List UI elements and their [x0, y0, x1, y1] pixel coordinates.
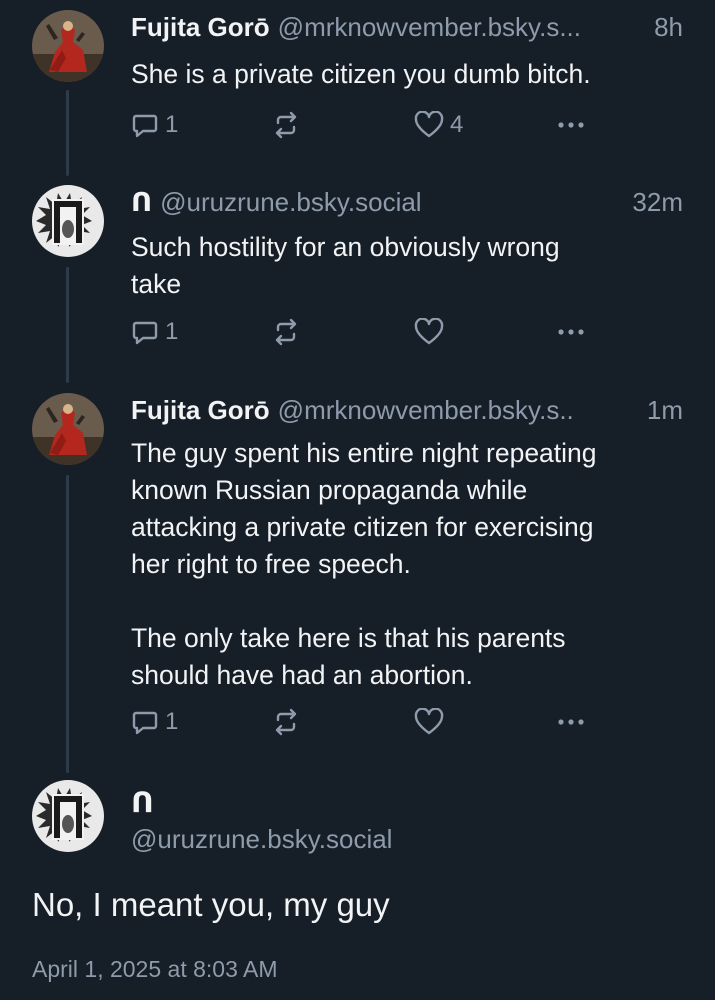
post-time[interactable]: 32m [626, 185, 683, 219]
repost-icon [275, 708, 297, 736]
author-handle[interactable]: @uruzrune.bsky.social [160, 185, 421, 219]
avatar[interactable] [32, 780, 104, 852]
like-button[interactable] [414, 708, 450, 736]
ellipsis-icon [558, 122, 584, 128]
ellipsis-icon [558, 719, 584, 725]
like-count: 4 [450, 111, 464, 138]
post-time[interactable]: 1m [641, 393, 683, 427]
like-button[interactable] [414, 318, 450, 346]
repost-icon [275, 111, 297, 139]
post-text: Such hostility for an obviously wrong ta… [131, 232, 560, 299]
ellipsis-icon [558, 329, 584, 335]
post-timestamp[interactable]: April 1, 2025 at 8:03 AM [32, 956, 278, 983]
post-text: She is a private citizen you dumb bitch. [131, 59, 591, 89]
avatar[interactable] [32, 10, 104, 82]
author-name[interactable]: Fujita Gorō [131, 393, 270, 427]
like-button[interactable]: 4 [414, 111, 463, 139]
rune-bull-avatar [32, 185, 104, 257]
post-actions: 1 [131, 315, 601, 349]
thread-post[interactable]: ᑎ @uruzrune.bsky.social 32m Such hostili… [0, 185, 715, 375]
reply-count: 1 [165, 318, 179, 345]
heart-icon [414, 708, 444, 735]
more-options-button[interactable] [556, 318, 586, 346]
thread-post[interactable]: Fujita Gorō @mrknowvember.bsky.s.. 1m Th… [0, 393, 715, 773]
author-handle[interactable]: @mrknowvember.bsky.s.. [278, 393, 574, 427]
more-options-button[interactable] [556, 708, 586, 736]
more-options-button[interactable] [556, 111, 586, 139]
reply-icon [132, 114, 158, 138]
post-text: No, I meant you, my guy [32, 886, 390, 923]
author-name[interactable]: ᑎ [131, 185, 152, 219]
author-handle[interactable]: @uruzrune.bsky.social [131, 824, 392, 855]
reply-count: 1 [165, 111, 179, 138]
red-robed-figure-avatar [32, 393, 104, 465]
thread-post[interactable]: Fujita Gorō @mrknowvember.bsky.s... 8h S… [0, 10, 715, 170]
post-time[interactable]: 8h [648, 10, 683, 44]
post-text: The guy spent his entire night repeating… [131, 438, 597, 690]
post-header: ᑎ @uruzrune.bsky.social 32m [131, 185, 683, 219]
post-header: Fujita Gorō @mrknowvember.bsky.s.. 1m [131, 393, 683, 427]
repost-button[interactable] [271, 708, 301, 736]
post-actions: 1 [131, 705, 601, 739]
post-header: Fujita Gorō @mrknowvember.bsky.s... 8h [131, 10, 683, 44]
reply-button[interactable]: 1 [131, 708, 178, 736]
author-name[interactable]: Fujita Gorō [131, 10, 270, 44]
heart-icon [414, 111, 444, 138]
avatar[interactable] [32, 393, 104, 465]
repost-button[interactable] [271, 111, 301, 139]
post-actions: 1 4 [131, 108, 601, 142]
reply-icon [132, 711, 158, 735]
focused-post: ᑎ @uruzrune.bsky.social No, I meant you,… [0, 780, 715, 1000]
heart-icon [414, 318, 444, 345]
rune-bull-avatar [32, 780, 104, 852]
reply-button[interactable]: 1 [131, 318, 178, 346]
reply-count: 1 [165, 708, 179, 735]
author-handle[interactable]: @mrknowvember.bsky.s... [278, 10, 581, 44]
author-name[interactable]: ᑎ [131, 786, 154, 819]
repost-icon [275, 318, 297, 346]
avatar[interactable] [32, 185, 104, 257]
reply-button[interactable]: 1 [131, 111, 178, 139]
reply-icon [132, 321, 158, 345]
red-robed-figure-avatar [32, 10, 104, 82]
repost-button[interactable] [271, 318, 301, 346]
